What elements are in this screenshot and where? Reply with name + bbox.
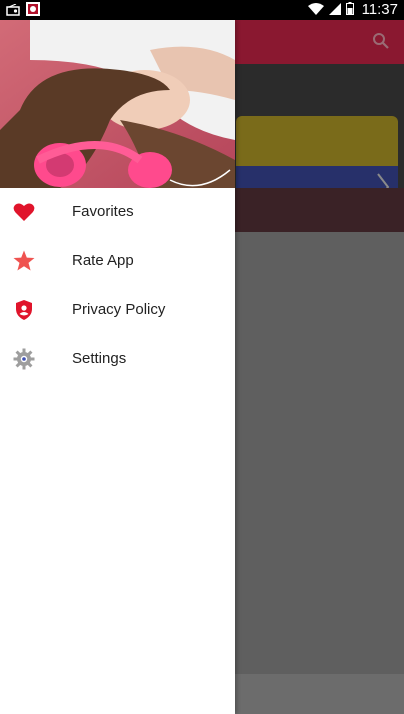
battery-icon [345,1,354,18]
menu-item-label: Favorites [72,203,134,220]
shield-icon [12,298,36,322]
chevron-right-icon[interactable] [376,172,390,188]
menu-item-rate-app[interactable]: Rate App [0,237,235,286]
menu-item-label: Rate App [72,252,134,269]
search-icon[interactable] [372,32,390,55]
clock-time: 11:37 [361,1,398,18]
heart-icon [12,200,36,224]
app-notification-icon [26,2,40,21]
header-photo [0,20,235,188]
flag-stripe-blue [236,166,398,188]
drawer-header-image [0,20,235,188]
status-bar: 11:37 [0,0,404,20]
menu-item-label: Settings [72,350,127,367]
wifi-icon [307,2,324,18]
star-icon [12,249,36,273]
menu-item-privacy-policy[interactable]: Privacy Policy [0,286,235,335]
navigation-drawer: Favorites Rate App Privacy Policy Settin… [0,20,235,714]
radio-icon [6,2,20,21]
menu-item-label: Privacy Policy [72,301,166,318]
gear-icon [12,347,36,371]
menu-item-settings[interactable]: Settings [0,335,235,384]
signal-icon [328,2,341,18]
menu-item-favorites[interactable]: Favorites [0,188,235,237]
drawer-menu: Favorites Rate App Privacy Policy Settin… [0,188,235,384]
flag-stripe-yellow [236,116,398,166]
